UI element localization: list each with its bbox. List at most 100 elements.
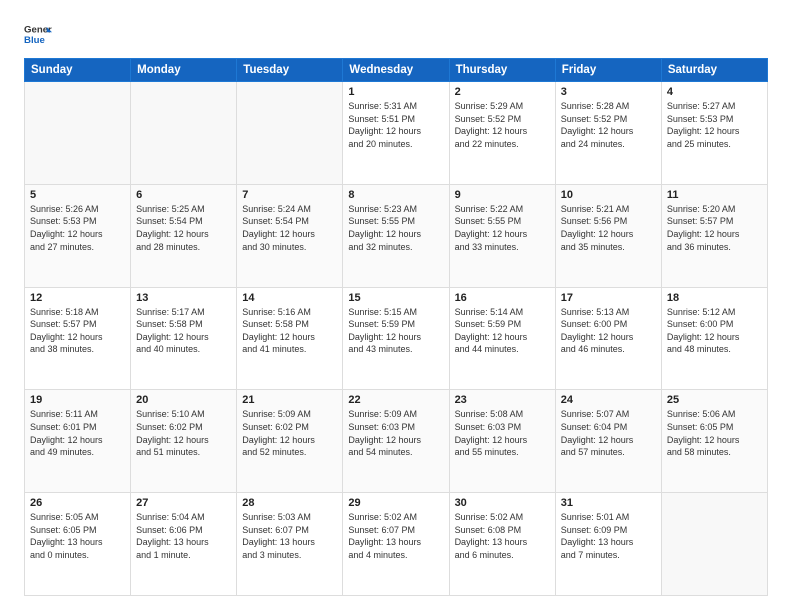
calendar-cell (25, 82, 131, 185)
calendar-week-2: 5 Sunrise: 5:26 AM Sunset: 5:53 PM Daylig… (25, 184, 768, 287)
day-info: Sunrise: 5:05 AM Sunset: 6:05 PM Dayligh… (30, 511, 125, 561)
calendar-cell: 28 Sunrise: 5:03 AM Sunset: 6:07 PM Dayli… (237, 493, 343, 596)
calendar-cell: 8 Sunrise: 5:23 AM Sunset: 5:55 PM Daylig… (343, 184, 449, 287)
day-number: 19 (30, 394, 125, 406)
calendar-cell: 17Sunrise: 5:13 AM Sunset: 6:00 PM Dayli… (555, 287, 661, 390)
calendar-week-1: 1Sunrise: 5:31 AM Sunset: 5:51 PM Daylig… (25, 82, 768, 185)
calendar-cell: 27 Sunrise: 5:04 AM Sunset: 6:06 PM Dayli… (131, 493, 237, 596)
day-info: Sunrise: 5:14 AM Sunset: 5:59 PM Dayligh… (455, 306, 550, 356)
day-number: 5 (30, 189, 125, 201)
calendar-cell: 21 Sunrise: 5:09 AM Sunset: 6:02 PM Dayli… (237, 390, 343, 493)
calendar-cell: 25Sunrise: 5:06 AM Sunset: 6:05 PM Dayli… (661, 390, 767, 493)
col-header-thursday: Thursday (449, 59, 555, 82)
calendar-cell (131, 82, 237, 185)
calendar-cell (237, 82, 343, 185)
day-number: 8 (348, 189, 443, 201)
calendar-cell: 4 Sunrise: 5:27 AM Sunset: 5:53 PM Daylig… (661, 82, 767, 185)
col-header-monday: Monday (131, 59, 237, 82)
day-info: Sunrise: 5:13 AM Sunset: 6:00 PM Dayligh… (561, 306, 656, 356)
day-number: 9 (455, 189, 550, 201)
header: General Blue (24, 20, 768, 48)
day-info: Sunrise: 5:27 AM Sunset: 5:53 PM Dayligh… (667, 100, 762, 150)
calendar-cell: 14Sunrise: 5:16 AM Sunset: 5:58 PM Dayli… (237, 287, 343, 390)
calendar-cell: 5 Sunrise: 5:26 AM Sunset: 5:53 PM Daylig… (25, 184, 131, 287)
day-info: Sunrise: 5:02 AM Sunset: 6:08 PM Dayligh… (455, 511, 550, 561)
day-info: Sunrise: 5:01 AM Sunset: 6:09 PM Dayligh… (561, 511, 656, 561)
day-number: 22 (348, 394, 443, 406)
day-info: Sunrise: 5:10 AM Sunset: 6:02 PM Dayligh… (136, 408, 231, 458)
calendar-cell: 31Sunrise: 5:01 AM Sunset: 6:09 PM Dayli… (555, 493, 661, 596)
day-number: 16 (455, 292, 550, 304)
day-info: Sunrise: 5:25 AM Sunset: 5:54 PM Dayligh… (136, 203, 231, 253)
calendar-week-3: 12Sunrise: 5:18 AM Sunset: 5:57 PM Dayli… (25, 287, 768, 390)
calendar-cell: 12Sunrise: 5:18 AM Sunset: 5:57 PM Dayli… (25, 287, 131, 390)
calendar-cell: 18Sunrise: 5:12 AM Sunset: 6:00 PM Dayli… (661, 287, 767, 390)
calendar-cell: 19 Sunrise: 5:11 AM Sunset: 6:01 PM Dayli… (25, 390, 131, 493)
day-info: Sunrise: 5:09 AM Sunset: 6:02 PM Dayligh… (242, 408, 337, 458)
calendar-table: SundayMondayTuesdayWednesdayThursdayFrid… (24, 58, 768, 596)
calendar-cell: 11 Sunrise: 5:20 AM Sunset: 5:57 PM Dayli… (661, 184, 767, 287)
day-info: Sunrise: 5:18 AM Sunset: 5:57 PM Dayligh… (30, 306, 125, 356)
day-number: 1 (348, 86, 443, 98)
col-header-wednesday: Wednesday (343, 59, 449, 82)
day-info: Sunrise: 5:07 AM Sunset: 6:04 PM Dayligh… (561, 408, 656, 458)
col-header-saturday: Saturday (661, 59, 767, 82)
day-number: 13 (136, 292, 231, 304)
day-number: 24 (561, 394, 656, 406)
calendar-cell: 22 Sunrise: 5:09 AM Sunset: 6:03 PM Dayli… (343, 390, 449, 493)
day-info: Sunrise: 5:24 AM Sunset: 5:54 PM Dayligh… (242, 203, 337, 253)
calendar-cell: 30 Sunrise: 5:02 AM Sunset: 6:08 PM Dayli… (449, 493, 555, 596)
calendar-cell: 20 Sunrise: 5:10 AM Sunset: 6:02 PM Dayli… (131, 390, 237, 493)
day-info: Sunrise: 5:17 AM Sunset: 5:58 PM Dayligh… (136, 306, 231, 356)
day-number: 11 (667, 189, 762, 201)
col-header-sunday: Sunday (25, 59, 131, 82)
svg-text:Blue: Blue (24, 35, 45, 46)
day-info: Sunrise: 5:20 AM Sunset: 5:57 PM Dayligh… (667, 203, 762, 253)
calendar-cell: 6 Sunrise: 5:25 AM Sunset: 5:54 PM Daylig… (131, 184, 237, 287)
day-info: Sunrise: 5:15 AM Sunset: 5:59 PM Dayligh… (348, 306, 443, 356)
day-number: 30 (455, 497, 550, 509)
calendar-cell: 29 Sunrise: 5:02 AM Sunset: 6:07 PM Dayli… (343, 493, 449, 596)
day-number: 7 (242, 189, 337, 201)
day-number: 4 (667, 86, 762, 98)
day-info: Sunrise: 5:12 AM Sunset: 6:00 PM Dayligh… (667, 306, 762, 356)
day-number: 25 (667, 394, 762, 406)
page: General Blue SundayMondayTuesdayWednesda… (0, 0, 792, 612)
day-info: Sunrise: 5:03 AM Sunset: 6:07 PM Dayligh… (242, 511, 337, 561)
day-info: Sunrise: 5:08 AM Sunset: 6:03 PM Dayligh… (455, 408, 550, 458)
calendar-cell: 7 Sunrise: 5:24 AM Sunset: 5:54 PM Daylig… (237, 184, 343, 287)
day-info: Sunrise: 5:02 AM Sunset: 6:07 PM Dayligh… (348, 511, 443, 561)
logo-icon: General Blue (24, 20, 52, 48)
calendar-cell: 24 Sunrise: 5:07 AM Sunset: 6:04 PM Dayli… (555, 390, 661, 493)
day-number: 29 (348, 497, 443, 509)
day-info: Sunrise: 5:09 AM Sunset: 6:03 PM Dayligh… (348, 408, 443, 458)
calendar-cell: 1Sunrise: 5:31 AM Sunset: 5:51 PM Daylig… (343, 82, 449, 185)
calendar-cell: 3Sunrise: 5:28 AM Sunset: 5:52 PM Daylig… (555, 82, 661, 185)
day-number: 21 (242, 394, 337, 406)
calendar-cell: 26Sunrise: 5:05 AM Sunset: 6:05 PM Dayli… (25, 493, 131, 596)
day-number: 28 (242, 497, 337, 509)
col-header-tuesday: Tuesday (237, 59, 343, 82)
day-info: Sunrise: 5:22 AM Sunset: 5:55 PM Dayligh… (455, 203, 550, 253)
day-info: Sunrise: 5:26 AM Sunset: 5:53 PM Dayligh… (30, 203, 125, 253)
calendar-week-4: 19 Sunrise: 5:11 AM Sunset: 6:01 PM Dayli… (25, 390, 768, 493)
calendar-cell: 13 Sunrise: 5:17 AM Sunset: 5:58 PM Dayli… (131, 287, 237, 390)
day-info: Sunrise: 5:04 AM Sunset: 6:06 PM Dayligh… (136, 511, 231, 561)
day-number: 23 (455, 394, 550, 406)
day-number: 15 (348, 292, 443, 304)
day-info: Sunrise: 5:21 AM Sunset: 5:56 PM Dayligh… (561, 203, 656, 253)
day-number: 20 (136, 394, 231, 406)
day-number: 2 (455, 86, 550, 98)
calendar-cell: 2 Sunrise: 5:29 AM Sunset: 5:52 PM Daylig… (449, 82, 555, 185)
day-number: 27 (136, 497, 231, 509)
calendar-week-5: 26Sunrise: 5:05 AM Sunset: 6:05 PM Dayli… (25, 493, 768, 596)
day-number: 10 (561, 189, 656, 201)
day-info: Sunrise: 5:23 AM Sunset: 5:55 PM Dayligh… (348, 203, 443, 253)
calendar-cell: 9 Sunrise: 5:22 AM Sunset: 5:55 PM Daylig… (449, 184, 555, 287)
calendar-cell: 15 Sunrise: 5:15 AM Sunset: 5:59 PM Dayli… (343, 287, 449, 390)
day-info: Sunrise: 5:11 AM Sunset: 6:01 PM Dayligh… (30, 408, 125, 458)
day-info: Sunrise: 5:29 AM Sunset: 5:52 PM Dayligh… (455, 100, 550, 150)
calendar-cell: 23 Sunrise: 5:08 AM Sunset: 6:03 PM Dayli… (449, 390, 555, 493)
day-number: 6 (136, 189, 231, 201)
logo: General Blue (24, 20, 52, 48)
